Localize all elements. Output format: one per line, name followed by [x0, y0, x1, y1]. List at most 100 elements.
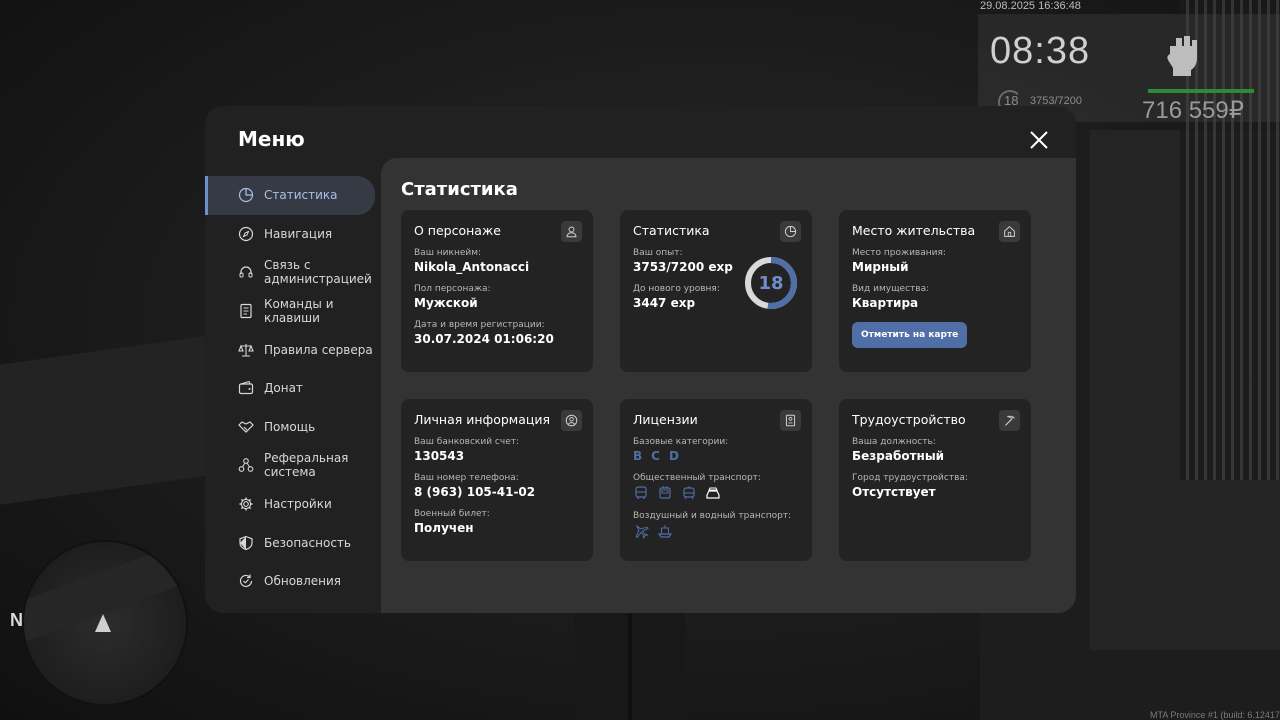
minimap-north-label: N	[10, 610, 23, 630]
scales-icon	[238, 343, 254, 357]
position-value: Безработный	[852, 449, 945, 463]
close-icon[interactable]	[1027, 128, 1051, 152]
license-category: D	[668, 449, 679, 463]
sidebar-item-label: Команды и клавиши	[264, 297, 334, 326]
license-category: C	[651, 449, 660, 463]
sidebar-item-label: Обновления	[264, 574, 342, 589]
build-info: MTA Province #1 (build: 6.12417.9	[1150, 710, 1280, 720]
sidebar-item-donate[interactable]: Донат	[205, 369, 381, 408]
hud-datetime: 29.08.2025 16:36:48	[980, 0, 1081, 12]
sidebar-item-label: Помощь	[264, 419, 316, 434]
employment-card: Трудоустройство Ваша должность: Безработ…	[839, 399, 1031, 561]
sidebar-item-statistics[interactable]: Статистика	[205, 176, 375, 215]
handshake-icon	[238, 421, 254, 433]
pie-chart-icon	[780, 221, 801, 242]
card-title: Статистика	[633, 223, 710, 238]
card-title: Личная информация	[414, 412, 551, 427]
headset-icon	[239, 266, 253, 278]
sidebar-item-admin-contact[interactable]: Связь с администрацией	[205, 253, 381, 292]
character-card: О персонаже Ваш никнейм: Nikola_Antonacc…	[401, 210, 593, 372]
pickaxe-icon	[999, 410, 1020, 431]
field-label: Вид имущества:	[852, 284, 930, 294]
taxi-icon	[706, 487, 720, 499]
license-category: B	[633, 449, 643, 463]
card-title: Лицензии	[633, 412, 698, 427]
sidebar-item-settings[interactable]: Настройки	[205, 485, 381, 524]
gear-icon	[239, 497, 253, 511]
sidebar-item-label: Навигация	[264, 226, 333, 241]
document-icon	[240, 303, 252, 319]
field-label: Ваш банковский счет:	[414, 437, 520, 447]
sidebar-item-help[interactable]: Помощь	[205, 408, 381, 447]
sidebar-item-label: Донат	[264, 381, 303, 396]
background-desk	[0, 335, 210, 505]
page-title: Статистика	[401, 179, 518, 200]
sidebar-item-commands[interactable]: Команды и клавиши	[205, 292, 381, 331]
user-icon	[561, 221, 582, 242]
bank-account-value: 130543	[414, 449, 465, 463]
health-bar	[1148, 89, 1254, 93]
field-label: Дата и время регистрации:	[414, 320, 545, 330]
sidebar-item-label: Настройки	[264, 497, 332, 512]
field-label: Общественный транспорт:	[633, 473, 761, 483]
card-title: Трудоустройство	[852, 412, 966, 427]
home-icon	[999, 221, 1020, 242]
license-categories: B C D	[633, 449, 799, 463]
card-title: Место жительства	[852, 223, 976, 238]
shield-icon	[239, 535, 253, 550]
personal-info-card: Личная информация Ваш банковский счет: 1…	[401, 399, 593, 561]
user-circle-icon	[561, 410, 582, 431]
hud-money: 716 559₽	[1142, 97, 1245, 124]
field-label: Базовые категории:	[633, 437, 729, 447]
stats-card: Статистика Ваш опыт: 3753/7200 exp До но…	[620, 210, 812, 372]
phone-value: 8 (963) 105-41-02	[414, 485, 536, 499]
field-label: Город трудоустройства:	[852, 473, 968, 483]
network-icon	[238, 458, 254, 473]
level-value: 18	[758, 272, 784, 294]
card-title: О персонаже	[414, 223, 501, 238]
property-type-value: Квартира	[852, 296, 919, 310]
sidebar: Статистика Навигация Связь с администрац…	[205, 176, 381, 601]
sidebar-item-updates[interactable]: Обновления	[205, 562, 381, 601]
sidebar-item-rules[interactable]: Правила сервера	[205, 330, 381, 369]
field-label: Военный билет:	[414, 509, 490, 519]
sidebar-item-label: Статистика	[264, 188, 338, 203]
sidebar-item-referral[interactable]: Реферальная система	[205, 446, 381, 485]
statistics-panel: Статистика О персонаже Ваш никнейм: Niko…	[381, 158, 1076, 613]
field-label: Воздушный и водный транспорт:	[633, 511, 792, 521]
field-label: Место проживания:	[852, 248, 946, 258]
sidebar-item-navigation[interactable]: Навигация	[205, 215, 381, 254]
menu-title: Меню	[238, 127, 305, 151]
employment-city-value: Отсутствует	[852, 485, 936, 499]
trolleybus-icon	[659, 485, 671, 499]
menu-window: Меню Статистика Навигация Связь с админи…	[205, 106, 1076, 613]
licenses-card: Лицензии Базовые категории: B C D Общест…	[620, 399, 812, 561]
registration-value: 30.07.2024 01:06:20	[414, 332, 554, 346]
air-water-transport-icons	[633, 523, 799, 539]
fist-icon	[1167, 36, 1197, 76]
refresh-icon	[239, 574, 253, 588]
sidebar-item-security[interactable]: Безопасность	[205, 523, 381, 562]
field-label: Ваша должность:	[852, 437, 936, 447]
compass-icon	[238, 226, 254, 241]
gender-value: Мужской	[414, 296, 478, 310]
hud-clock: 08:38	[990, 30, 1091, 72]
id-card-icon	[780, 410, 801, 431]
bus-icon	[635, 486, 647, 499]
tram-icon	[683, 486, 695, 500]
military-id-value: Получен	[414, 521, 474, 535]
sidebar-item-label: Реферальная система	[264, 451, 349, 480]
sidebar-item-label: Связь с администрацией	[264, 258, 372, 287]
player-arrow-icon	[95, 614, 111, 632]
sidebar-item-label: Безопасность	[264, 535, 351, 550]
nickname-value: Nikola_Antonacci	[414, 260, 530, 274]
mark-on-map-button[interactable]: Отметить на карте	[852, 322, 968, 348]
pie-chart-icon	[238, 188, 254, 203]
field-label: Ваш номер телефона:	[414, 473, 519, 483]
field-label: Ваш никнейм:	[414, 248, 482, 258]
public-transport-icons	[633, 485, 799, 501]
residence-card: Место жительства Место проживания: Мирны…	[839, 210, 1031, 372]
character-legs	[575, 612, 685, 720]
residence-place-value: Мирный	[852, 260, 909, 274]
airplane-icon	[635, 525, 649, 539]
